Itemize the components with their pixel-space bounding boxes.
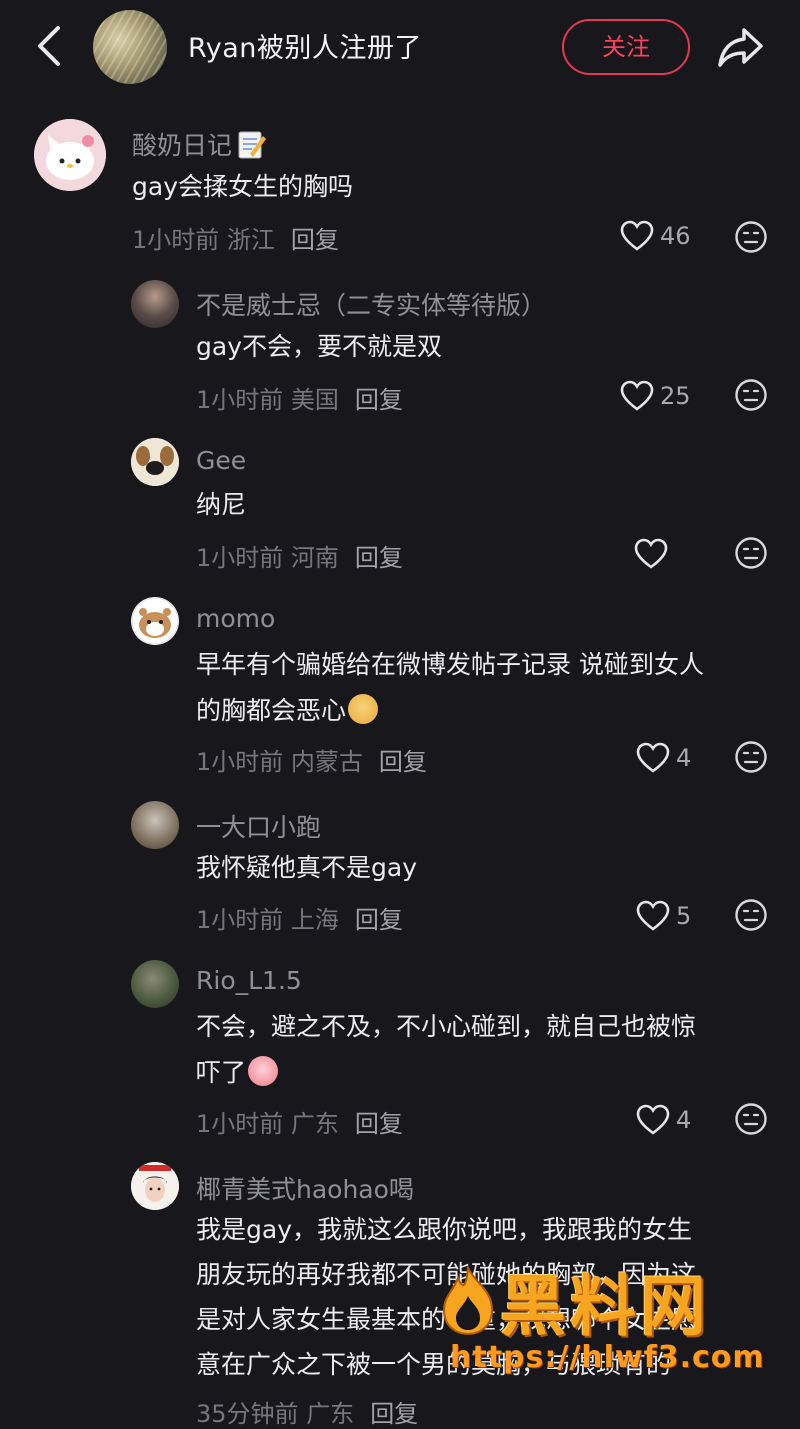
comment-meta: 1小时前 上海 回复 (196, 906, 403, 934)
watermark-logo: 黑料网 (436, 1262, 766, 1345)
hello-kitty-avatar (34, 119, 106, 191)
share-icon (718, 28, 763, 67)
comment-text: 的胸都会恶心 (196, 688, 379, 734)
dog-avatar (131, 438, 179, 486)
reply-button[interactable]: 回复 (379, 748, 427, 776)
comment-username[interactable]: 酸奶日记 (132, 126, 267, 162)
comment-text: 我怀疑他真不是gay (196, 853, 417, 882)
dislike-face-icon[interactable] (734, 220, 768, 254)
comment-meta: 1小时前 浙江 回复 (132, 226, 339, 254)
comment-avatar[interactable] (131, 438, 179, 486)
dislike-face-icon[interactable] (734, 740, 768, 774)
heart-icon (636, 900, 670, 931)
comment-avatar[interactable] (34, 119, 106, 191)
watermark-url: https://hlwf3.com (450, 1340, 765, 1375)
comment-text: 纳尼 (196, 490, 247, 519)
comment-username[interactable]: 不是威士忌（二专实体等待版） (196, 286, 546, 322)
like-button[interactable]: 4 (636, 1100, 691, 1140)
reply-button[interactable]: 回复 (291, 226, 339, 254)
comment-text: 不会，避之不及，不小心碰到，就自己也被惊 (196, 1012, 697, 1041)
like-count: 4 (676, 744, 692, 772)
like-count: 5 (676, 902, 692, 930)
dislike-face-icon[interactable] (734, 378, 768, 412)
like-button[interactable]: 4 (636, 738, 691, 778)
reply-button[interactable]: 回复 (370, 1400, 418, 1428)
comment-username[interactable]: momo (196, 604, 275, 633)
share-button[interactable] (716, 24, 766, 70)
top-bar: Ryan被别人注册了 关注 (0, 0, 800, 96)
comment-username[interactable]: Rio_L1.5 (196, 966, 302, 995)
hamster-avatar (131, 597, 179, 645)
like-button[interactable] (634, 534, 674, 574)
follow-button[interactable]: 关注 (562, 19, 690, 75)
heart-icon (634, 538, 668, 569)
flame-logo-icon (442, 1266, 494, 1336)
comment-meta: 35分钟前 广东 回复 (196, 1400, 419, 1428)
comment-avatar[interactable] (131, 801, 179, 849)
dislike-face-icon[interactable] (734, 536, 768, 570)
comment-username[interactable]: 一大口小跑 (196, 808, 321, 844)
like-button[interactable]: 46 (620, 216, 691, 256)
comment-avatar[interactable] (131, 597, 179, 645)
reply-button[interactable]: 回复 (355, 544, 403, 572)
comment-text: 我是gay，我就这么跟你说吧，我跟我的女生 (196, 1215, 692, 1244)
dislike-face-icon[interactable] (734, 898, 768, 932)
like-count: 25 (660, 382, 691, 410)
back-button[interactable] (28, 22, 72, 70)
like-count: 4 (676, 1106, 692, 1134)
comment-meta: 1小时前 内蒙古 回复 (196, 748, 427, 776)
comment-avatar[interactable] (131, 1162, 179, 1210)
comment-meta: 1小时前 美国 回复 (196, 386, 403, 414)
comment-username[interactable]: Gee (196, 446, 246, 475)
dislike-face-icon[interactable] (734, 1102, 768, 1136)
author-avatar[interactable] (93, 10, 167, 84)
like-button[interactable]: 25 (620, 376, 691, 416)
reply-button[interactable]: 回复 (355, 386, 403, 414)
comment-text: 早年有个骗婚给在微博发帖子记录 说碰到女人 (196, 650, 704, 679)
reply-button[interactable]: 回复 (355, 906, 403, 934)
comment-text: gay会揉女生的胸吗 (132, 172, 353, 201)
heart-icon (620, 380, 654, 411)
heart-icon (636, 742, 670, 773)
comment-text: gay不会，要不就是双 (196, 332, 442, 361)
memo-emoji-icon (238, 131, 267, 159)
comment-meta: 1小时前 广东 回复 (196, 1110, 403, 1138)
like-count: 46 (660, 222, 691, 250)
comment-meta: 1小时前 河南 回复 (196, 544, 403, 572)
comment-avatar[interactable] (131, 960, 179, 1008)
dog-face-emoji-icon (348, 694, 379, 724)
portrait-avatar (131, 1162, 179, 1210)
crying-face-emoji-icon (248, 1056, 279, 1086)
heart-icon (620, 220, 654, 251)
comment-avatar[interactable] (131, 280, 179, 328)
post-author-name[interactable]: Ryan被别人注册了 (188, 26, 422, 65)
watermark-text: 黑料网 (500, 1268, 710, 1345)
comment-username[interactable]: 椰青美式haohao喝 (196, 1170, 414, 1206)
chevron-left-icon (38, 26, 60, 66)
heart-icon (636, 1104, 670, 1135)
reply-button[interactable]: 回复 (355, 1110, 403, 1138)
comment-text: 吓了 (196, 1050, 279, 1096)
like-button[interactable]: 5 (636, 896, 691, 936)
